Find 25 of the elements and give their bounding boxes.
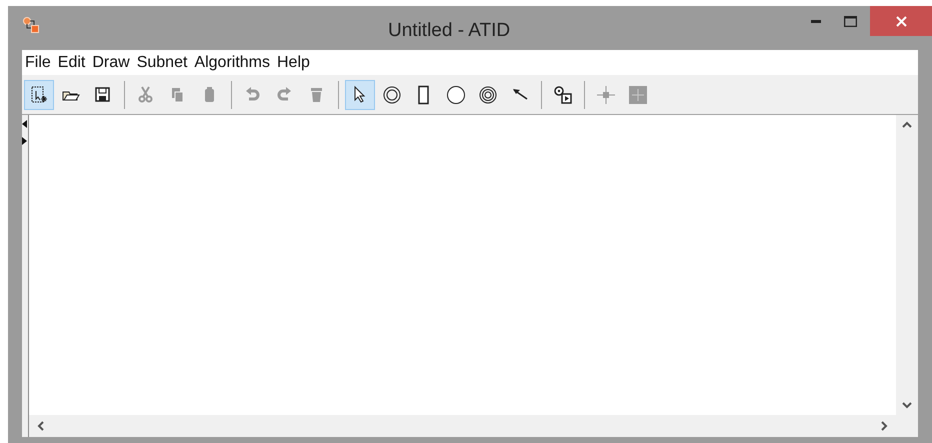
scroll-right-icon[interactable]	[881, 421, 888, 431]
scroll-left-icon[interactable]	[37, 421, 44, 431]
menu-item[interactable]: Algorithms	[194, 50, 270, 74]
circle-icon	[446, 84, 466, 104]
menu-item[interactable]: File	[25, 50, 51, 74]
expand-icon	[628, 84, 648, 104]
toolbar-button[interactable]	[24, 80, 54, 110]
menu-item[interactable]: Draw	[92, 50, 130, 74]
close-button[interactable]	[870, 6, 932, 36]
toolbar-button[interactable]	[345, 80, 375, 110]
menu-item[interactable]: Edit	[58, 50, 86, 74]
triple-circle-icon	[478, 84, 498, 104]
menu-item[interactable]: Help	[277, 50, 310, 74]
shrink-icon	[596, 84, 616, 104]
window-title: Untitled - ATID	[388, 19, 510, 43]
close-icon	[896, 16, 906, 26]
scroll-down-icon[interactable]	[902, 402, 912, 409]
scroll-up-icon[interactable]	[902, 121, 912, 128]
new-document-icon	[29, 84, 49, 104]
double-circle-icon	[382, 84, 402, 104]
menu-item[interactable]: Subnet	[136, 50, 188, 74]
subnet-icon	[553, 84, 573, 104]
app-icon	[22, 16, 40, 34]
maximize-icon	[844, 16, 856, 26]
minimize-icon	[811, 20, 821, 22]
